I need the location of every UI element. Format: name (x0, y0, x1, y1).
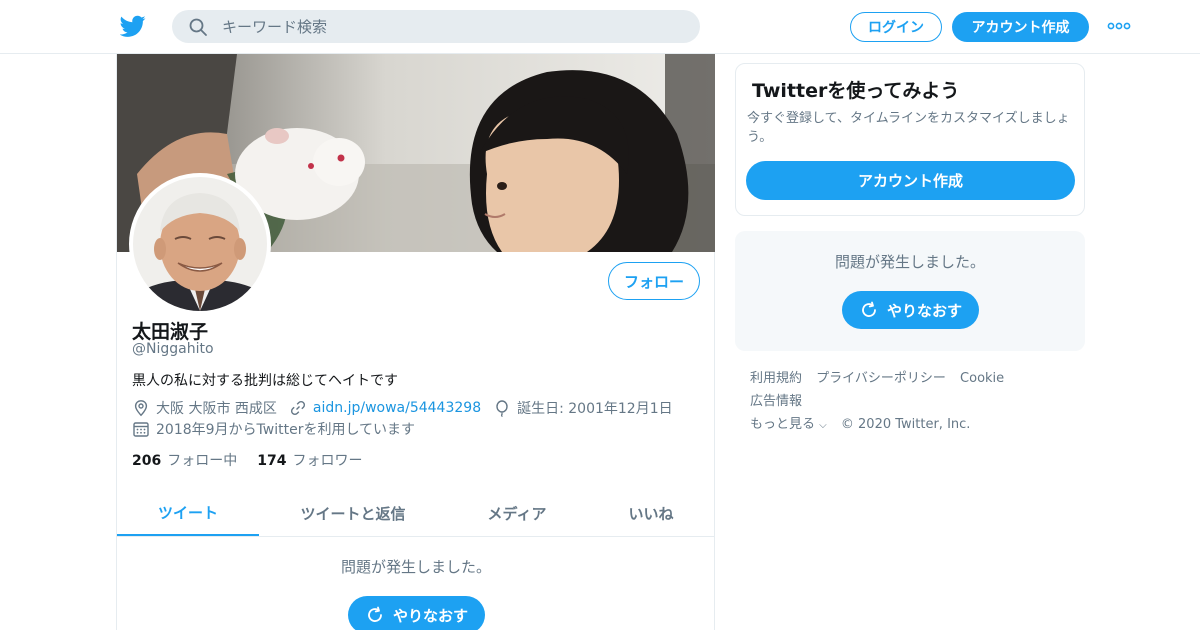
sidebar-footer: 利用規約 プライバシーポリシー Cookie 広告情報 もっと見る ⌵ © 20… (750, 367, 1080, 437)
footer-more-label: もっと見る (750, 417, 816, 432)
profile-birthday: 誕生日: 2001年12月1日 (517, 401, 673, 417)
login-button[interactable]: ログイン (850, 12, 942, 42)
profile-bio: 黒人の私に対する批判は総じてヘイトです (132, 373, 398, 389)
footer-ads-link[interactable]: 広告情報 (750, 394, 802, 409)
calendar-icon (133, 422, 149, 437)
link-icon (290, 400, 305, 416)
profile-meta-row-2: 2018年9月からTwitterを利用しています (132, 419, 415, 439)
profile-stats: 206 フォロー中 174 フォロワー (132, 450, 382, 470)
profile-tabs: ツイート ツイートと返信 メディア いいね (117, 490, 715, 537)
twitter-bird-icon[interactable] (120, 13, 146, 39)
sidebar-error-card: 問題が発生しました。 やりなおす (735, 231, 1085, 351)
profile-display-name: 太田淑子 (132, 321, 209, 343)
signup-card: Twitterを使ってみよう 今すぐ登録して、タイムラインをカスタマイズしましょ… (735, 63, 1085, 216)
timeline-retry-label: やりなおす (392, 606, 468, 625)
followers-stat[interactable]: 174 フォロワー (257, 450, 362, 470)
sidebar-retry-button[interactable]: やりなおす (842, 291, 979, 329)
tab-tweets[interactable]: ツイート (117, 490, 259, 536)
profile-meta-row-1: 大阪 大阪市 西成区 aidn.jp/wowa/54443298 誕生日: 20… (132, 398, 673, 418)
refresh-icon (862, 301, 876, 317)
sidebar-error-message: 問題が発生しました。 (834, 253, 985, 271)
signup-card-button[interactable]: アカウント作成 (746, 161, 1075, 200)
tab-likes[interactable]: いいね (587, 490, 715, 536)
followers-count: 174 (257, 453, 287, 469)
timeline-retry-button[interactable]: やりなおす (348, 596, 485, 630)
timeline-error-message: 問題が発生しました。 (340, 558, 491, 576)
tab-media[interactable]: メディア (447, 490, 587, 536)
tab-tweets-and-replies[interactable]: ツイートと返信 (259, 490, 447, 536)
profile-location: 大阪 大阪市 西成区 (156, 401, 277, 417)
refresh-icon (368, 606, 382, 622)
location-pin-icon (134, 400, 148, 417)
more-dots-icon[interactable] (1106, 19, 1132, 33)
top-navigation-bar: ログイン アカウント作成 (0, 0, 1200, 54)
following-label: フォロー中 (167, 453, 238, 469)
balloon-icon (496, 400, 508, 417)
profile-handle[interactable]: @Niggahito (132, 341, 214, 357)
following-count: 206 (132, 453, 162, 469)
signup-button[interactable]: アカウント作成 (952, 12, 1089, 42)
profile-avatar[interactable] (129, 173, 271, 315)
sidebar-retry-label: やりなおす (886, 301, 962, 320)
chevron-down-icon: ⌵ (819, 420, 827, 431)
search-input[interactable] (222, 10, 682, 43)
follow-button[interactable]: フォロー (608, 262, 700, 300)
footer-cookie-link[interactable]: Cookie (960, 371, 1004, 386)
profile-column: フォロー 太田淑子 @Niggahito 黒人の私に対する批判は総じてヘイトです… (116, 54, 715, 630)
following-stat[interactable]: 206 フォロー中 (132, 450, 237, 470)
profile-website-link[interactable]: aidn.jp/wowa/54443298 (313, 400, 481, 416)
footer-terms-link[interactable]: 利用規約 (750, 371, 802, 386)
signup-card-title: Twitterを使ってみよう (752, 80, 960, 102)
search-icon (189, 18, 207, 36)
followers-label: フォロワー (292, 453, 363, 469)
footer-copyright: © 2020 Twitter, Inc. (840, 417, 971, 432)
profile-joined-date: 2018年9月からTwitterを利用しています (156, 422, 416, 438)
signup-card-description: 今すぐ登録して、タイムラインをカスタマイズしましょう。 (747, 111, 1070, 145)
footer-more-link[interactable]: もっと見る ⌵ (750, 417, 827, 432)
footer-privacy-link[interactable]: プライバシーポリシー (816, 371, 946, 386)
search-box[interactable] (172, 10, 700, 43)
